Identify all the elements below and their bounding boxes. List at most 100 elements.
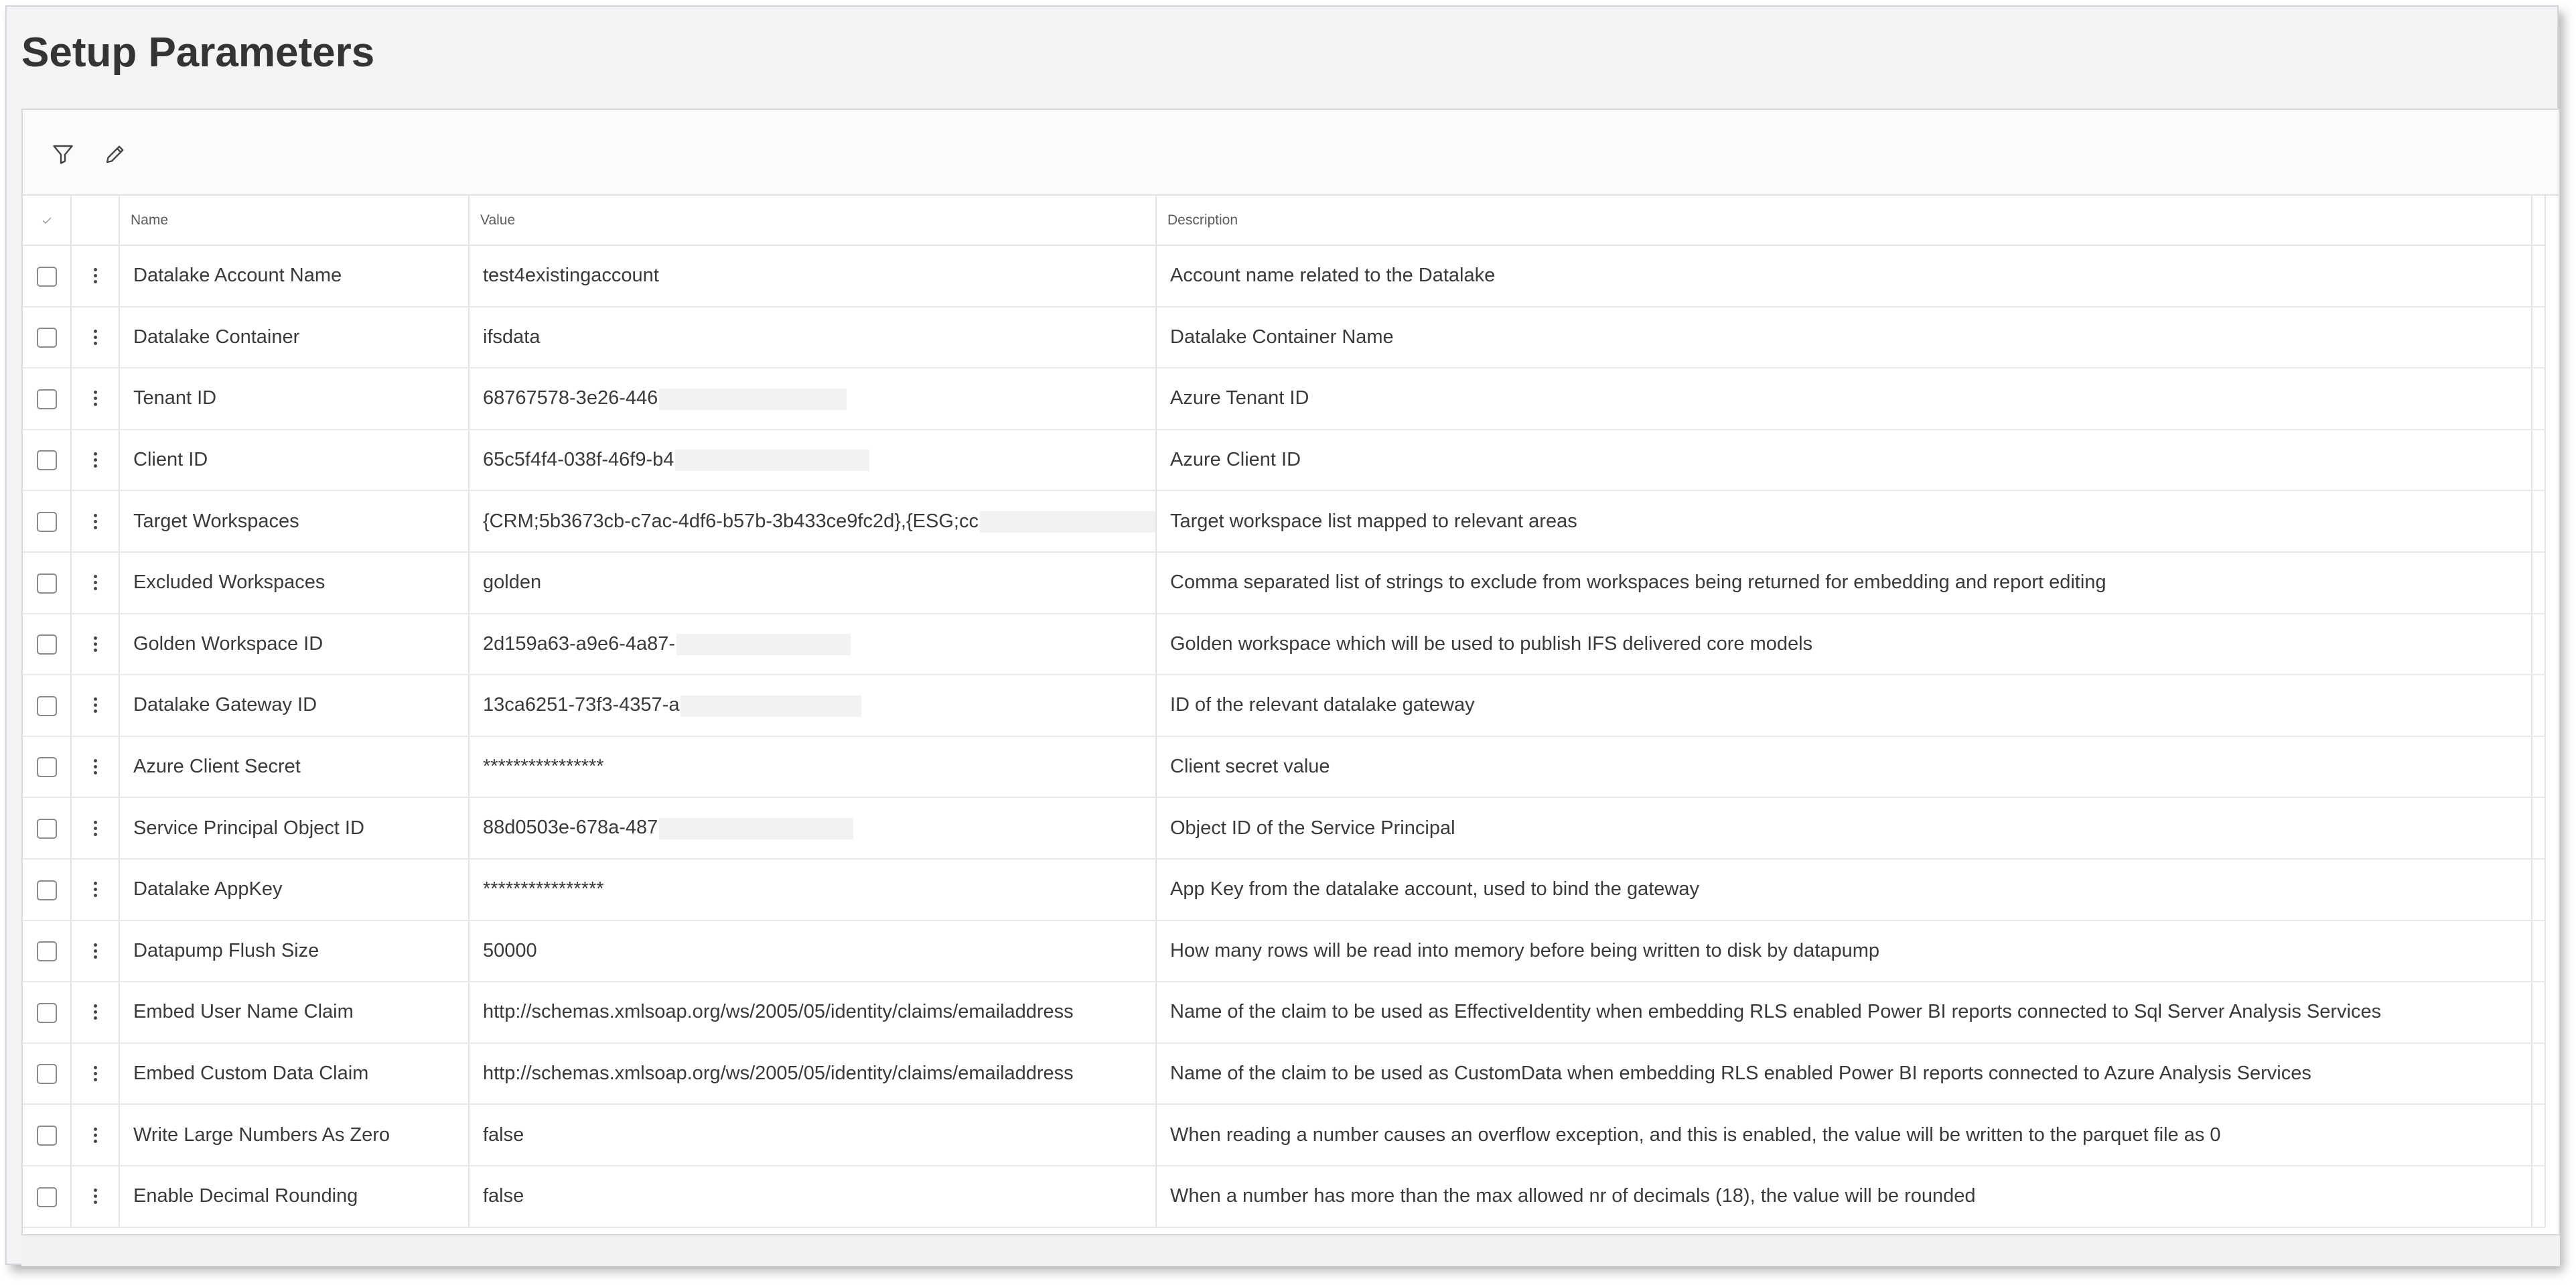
row-filler <box>2532 551 2546 614</box>
table-row[interactable]: Enable Decimal Rounding false When a numbe… <box>23 1165 2546 1228</box>
row-menu-cell <box>71 306 120 369</box>
parameter-description: When reading a number causes an overflow… <box>1156 1104 2532 1166</box>
more-options-icon[interactable] <box>88 755 102 779</box>
more-options-icon[interactable] <box>88 1062 102 1086</box>
table-row[interactable]: Azure Client Secret **************** Clien… <box>23 736 2546 799</box>
parameter-value: false <box>483 1185 524 1207</box>
table-row[interactable]: Datalake Gateway ID 13ca6251-73f3-4357-a I… <box>23 675 2546 737</box>
parameter-value-cell: **************** <box>469 736 1157 799</box>
row-checkbox[interactable] <box>36 1064 57 1085</box>
row-checkbox[interactable] <box>36 573 57 594</box>
table-header-row: Name Value Description <box>23 196 2546 246</box>
row-checkbox[interactable] <box>36 266 57 287</box>
parameter-value-cell: 68767578-3e26-446 <box>469 368 1157 430</box>
more-options-icon[interactable] <box>88 1185 102 1209</box>
parameter-description: Azure Tenant ID <box>1156 368 2532 430</box>
more-options-icon[interactable] <box>88 571 102 595</box>
more-options-icon[interactable] <box>88 693 102 718</box>
row-filler <box>2532 1165 2546 1228</box>
table-row[interactable]: Datapump Flush Size 50000 How many rows wi… <box>23 920 2546 983</box>
row-checkbox[interactable] <box>36 450 57 471</box>
parameter-name: Embed Custom Data Claim <box>119 1042 470 1105</box>
row-select-cell <box>23 490 72 553</box>
table-row[interactable]: Target Workspaces {CRM;5b3673cb-c7ac-4df6… <box>23 490 2546 553</box>
more-options-icon[interactable] <box>88 939 102 963</box>
parameter-value-cell: {CRM;5b3673cb-c7ac-4df6-b57b-3b433ce9fc2… <box>469 490 1157 553</box>
row-filler <box>2532 675 2546 737</box>
parameter-description: Golden workspace which will be used to p… <box>1156 613 2532 676</box>
row-filler <box>2532 429 2546 492</box>
more-options-icon[interactable] <box>88 387 102 411</box>
row-filler <box>2532 858 2546 921</box>
row-checkbox[interactable] <box>36 757 57 778</box>
table-row[interactable]: Client ID 65c5f4f4-038f-46f9-b4 Azure Clie… <box>23 429 2546 492</box>
parameter-name: Service Principal Object ID <box>119 797 470 860</box>
row-checkbox[interactable] <box>36 1187 57 1207</box>
parameter-description: Object ID of the Service Principal <box>1156 797 2532 860</box>
row-checkbox[interactable] <box>36 1125 57 1146</box>
row-menu-cell <box>71 797 120 860</box>
table-row[interactable]: Excluded Workspaces golden Comma separated… <box>23 551 2546 614</box>
row-checkbox[interactable] <box>36 880 57 900</box>
row-select-cell <box>23 675 72 737</box>
row-menu-cell <box>71 368 120 430</box>
row-select-cell <box>23 613 72 676</box>
column-header-description[interactable]: Description <box>1156 196 2532 246</box>
row-checkbox[interactable] <box>36 941 57 962</box>
parameter-description: Comma separated list of strings to exclu… <box>1156 551 2532 614</box>
redacted-block <box>675 450 870 472</box>
filter-button[interactable] <box>50 141 76 167</box>
more-options-icon[interactable] <box>88 1000 102 1024</box>
parameter-value-cell: false <box>469 1104 1157 1166</box>
parameter-value-cell: 13ca6251-73f3-4357-a <box>469 675 1157 737</box>
parameter-value-cell: 88d0503e-678a-487 <box>469 797 1157 860</box>
column-header-name[interactable]: Name <box>119 196 470 246</box>
table-row[interactable]: Datalake Account Name test4existingaccoun… <box>23 245 2546 308</box>
row-checkbox[interactable] <box>36 328 57 348</box>
parameter-value: test4existingaccount <box>483 265 659 287</box>
more-options-icon[interactable] <box>88 325 102 349</box>
parameter-name: Embed User Name Claim <box>119 982 470 1044</box>
more-options-icon[interactable] <box>88 632 102 656</box>
more-options-icon[interactable] <box>88 448 102 472</box>
row-select-cell <box>23 1104 72 1166</box>
row-menu-cell <box>71 920 120 983</box>
parameter-value: 88d0503e-678a-487 <box>483 817 658 839</box>
more-options-icon[interactable] <box>88 1123 102 1147</box>
more-options-icon[interactable] <box>88 509 102 533</box>
more-options-icon[interactable] <box>88 264 102 288</box>
parameter-value: ifsdata <box>483 326 541 348</box>
table-row[interactable]: Datalake Container ifsdata Datalake Contai… <box>23 306 2546 369</box>
edit-button[interactable] <box>102 141 129 167</box>
row-checkbox[interactable] <box>36 818 57 839</box>
row-checkbox[interactable] <box>36 634 57 655</box>
parameter-value-cell: 2d159a63-a9e6-4a87- <box>469 613 1157 676</box>
table-row[interactable]: Embed User Name Claim http://schemas.xmls… <box>23 982 2546 1044</box>
table-row[interactable]: Write Large Numbers As Zero false When rea… <box>23 1104 2546 1166</box>
table-row[interactable]: Tenant ID 68767578-3e26-446 Azure Tenant I… <box>23 368 2546 430</box>
column-header-value[interactable]: Value <box>469 196 1157 246</box>
parameter-name: Datalake Container <box>119 306 470 369</box>
parameter-value: http://schemas.xmlsoap.org/ws/2005/05/id… <box>483 1001 1074 1023</box>
table-row[interactable]: Service Principal Object ID 88d0503e-678a… <box>23 797 2546 860</box>
row-checkbox[interactable] <box>36 695 57 716</box>
table-row[interactable]: Embed Custom Data Claim http://schemas.xm… <box>23 1042 2546 1105</box>
row-filler <box>2532 1042 2546 1105</box>
row-checkbox[interactable] <box>36 1002 57 1023</box>
select-all-checkbox[interactable] <box>23 196 72 246</box>
row-checkbox[interactable] <box>36 512 57 533</box>
more-options-icon[interactable] <box>88 878 102 902</box>
row-checkbox[interactable] <box>36 389 57 409</box>
more-options-icon[interactable] <box>88 816 102 840</box>
parameter-value-cell: golden <box>469 551 1157 614</box>
parameter-description: Name of the claim to be used as CustomDa… <box>1156 1042 2532 1105</box>
parameter-name: Datalake Gateway ID <box>119 675 470 737</box>
check-icon <box>42 217 52 224</box>
parameters-panel: Name Value Description Datalake Account … <box>21 109 2560 1235</box>
parameter-description: When a number has more than the max allo… <box>1156 1165 2532 1228</box>
parameter-value: **************** <box>483 878 604 900</box>
table-row[interactable]: Golden Workspace ID 2d159a63-a9e6-4a87- Go… <box>23 613 2546 676</box>
row-filler <box>2532 490 2546 553</box>
filter-icon <box>53 145 73 164</box>
table-row[interactable]: Datalake AppKey **************** App Key f… <box>23 858 2546 921</box>
